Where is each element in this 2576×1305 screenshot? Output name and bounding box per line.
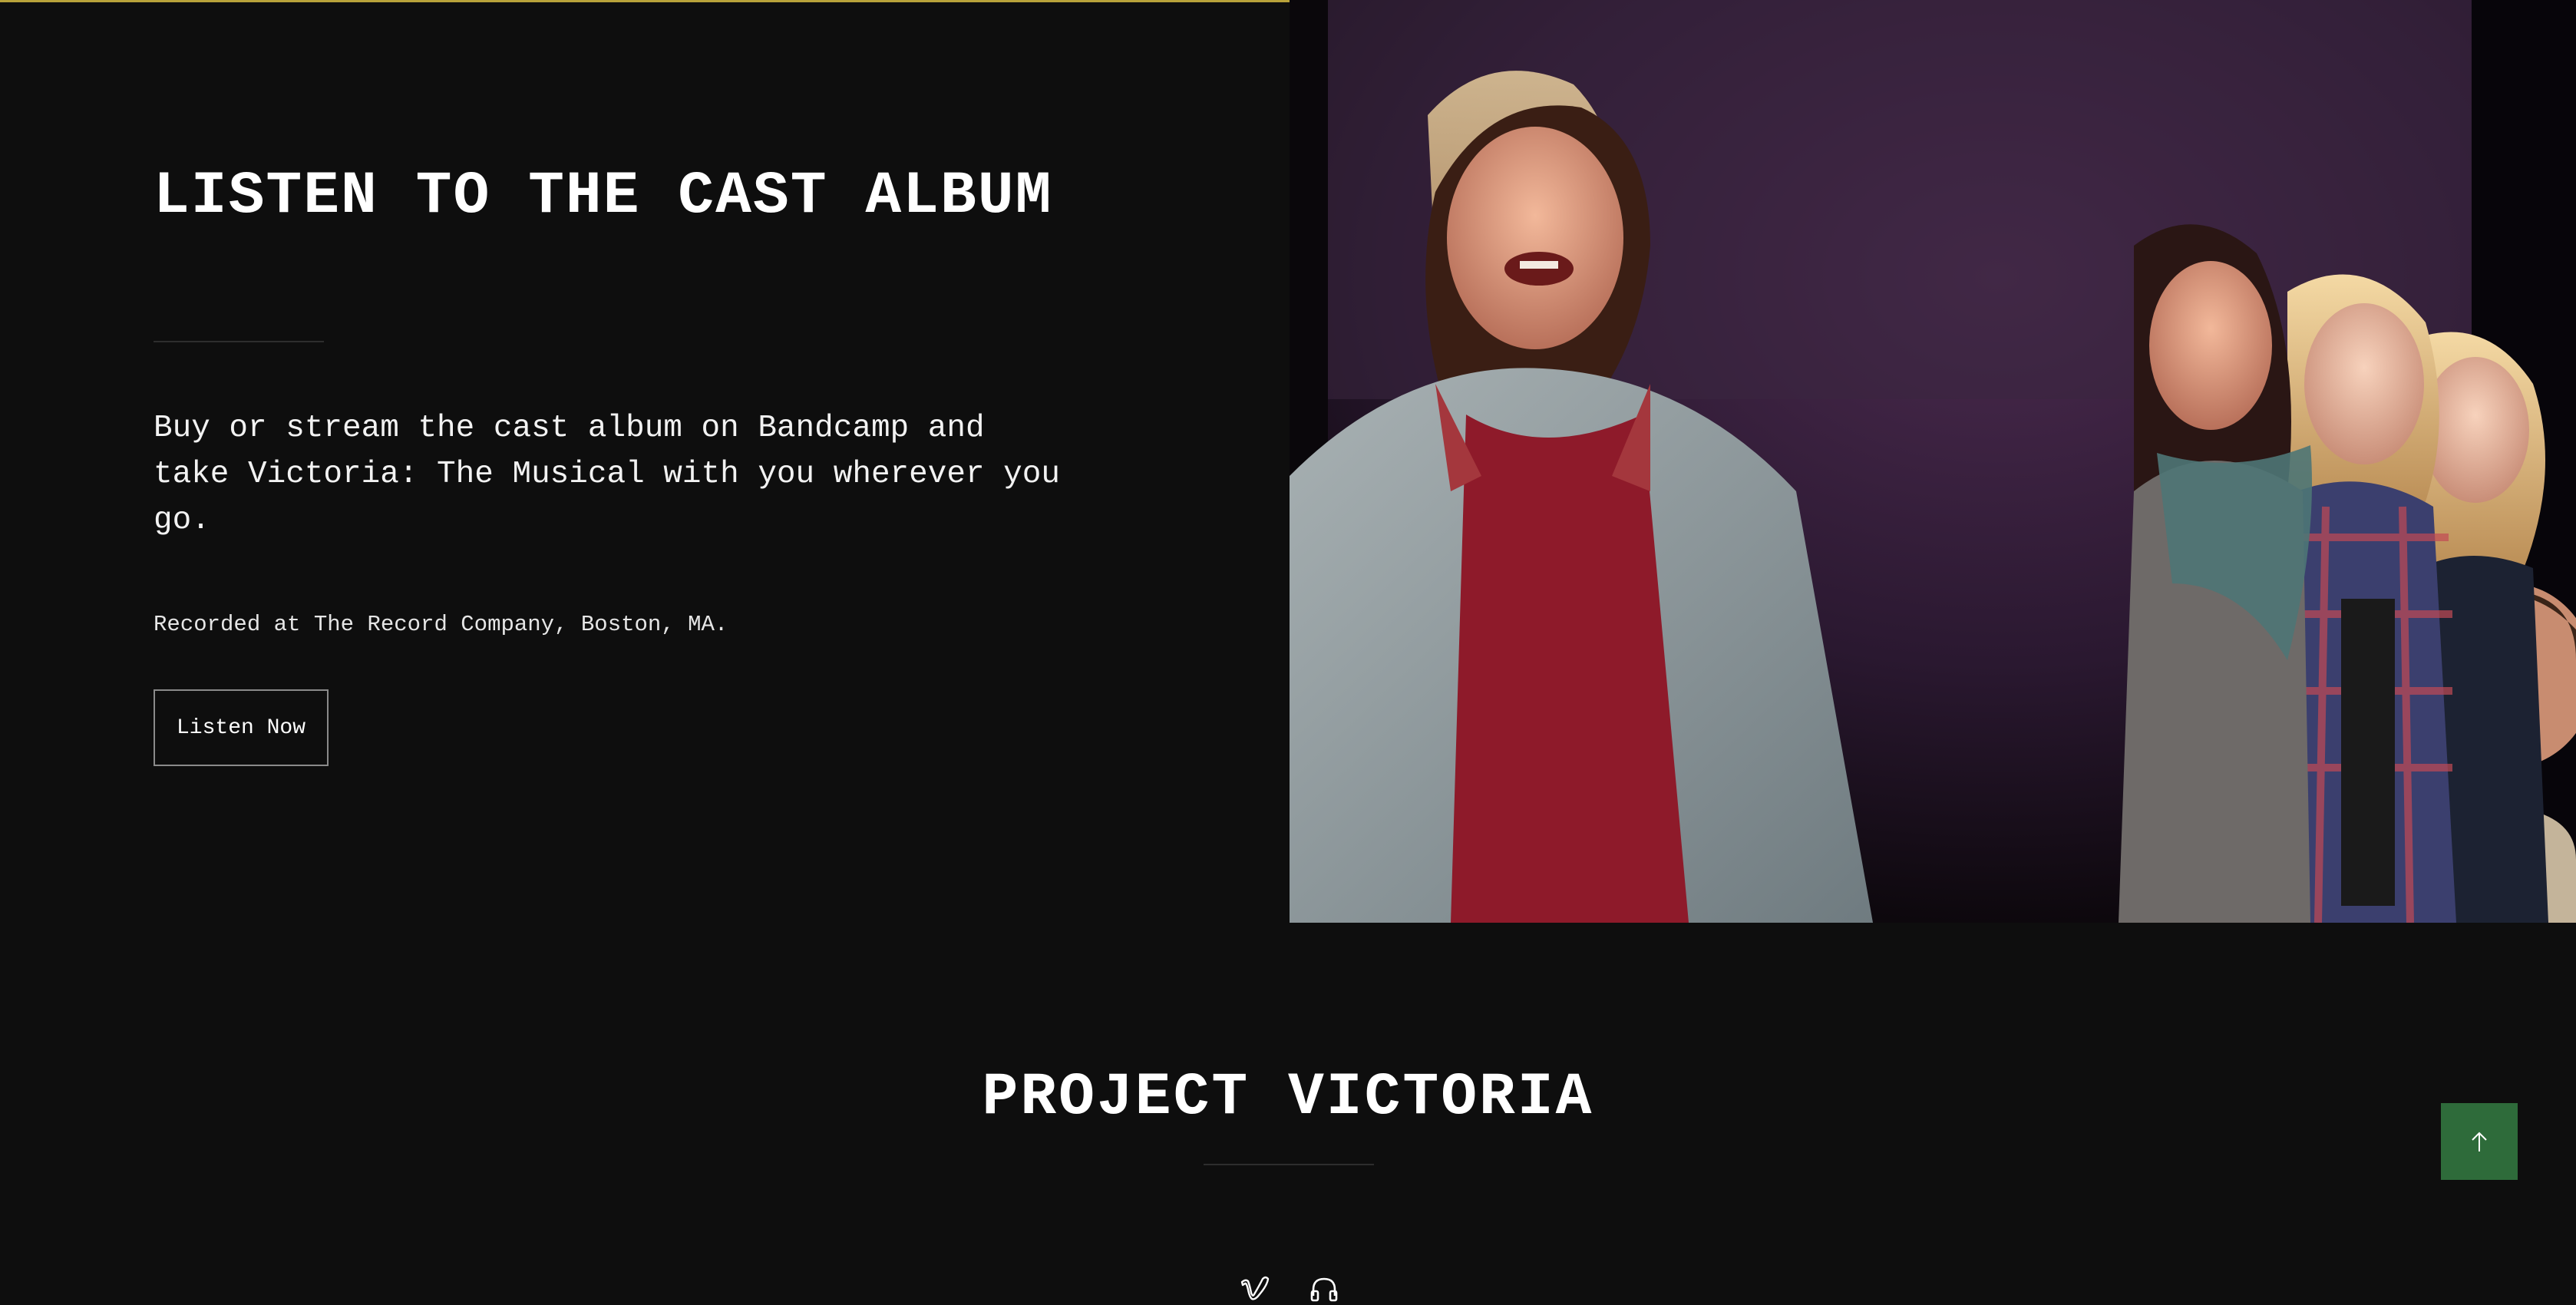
project-victoria-title: PROJECT VICTORIA (982, 1064, 1594, 1132)
listen-now-button[interactable]: Listen Now (154, 689, 329, 766)
section-divider (1204, 1164, 1374, 1165)
back-to-top-button[interactable] (2441, 1103, 2518, 1180)
arrow-up-icon (2472, 1132, 2487, 1151)
cast-performance-photo (1290, 0, 2576, 923)
vimeo-icon[interactable] (1236, 1270, 1274, 1305)
headphones-icon[interactable] (1305, 1270, 1343, 1305)
recording-note: Recorded at The Record Company, Boston, … (154, 612, 728, 637)
cast-album-section: LISTEN TO THE CAST ALBUM Buy or stream t… (0, 0, 1290, 923)
title-divider (154, 341, 324, 342)
cast-album-title: LISTEN TO THE CAST ALBUM (154, 163, 1053, 230)
social-links (1228, 1270, 1351, 1305)
cast-album-description: Buy or stream the cast album on Bandcamp… (154, 411, 1060, 538)
